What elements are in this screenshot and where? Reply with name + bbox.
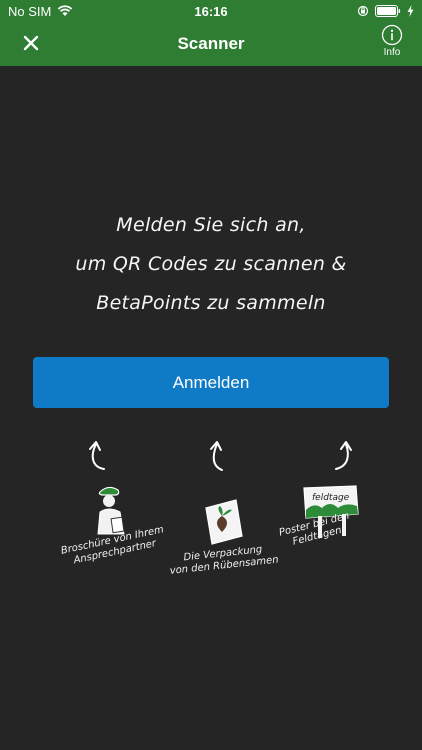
info-label: Info	[383, 47, 401, 58]
scanner-login-view: Melden Sie sich an, um QR Codes zu scann…	[0, 66, 422, 750]
login-prompt: Melden Sie sich an, um QR Codes zu scann…	[20, 206, 402, 323]
login-prompt-line: Melden Sie sich an,	[116, 214, 306, 236]
page-title: Scanner	[177, 34, 245, 53]
curved-arrow-icon	[210, 441, 223, 471]
seed-package-illustration	[205, 499, 243, 545]
carrier-label: No SIM	[8, 3, 52, 19]
status-left: No SIM	[8, 4, 73, 19]
status-right	[357, 5, 414, 17]
advisor-brochure-illustration	[97, 486, 125, 535]
login-prompt-line: um QR Codes zu scannen &	[75, 253, 347, 275]
login-prompt-line: BetaPoints zu sammeln	[96, 292, 326, 314]
info-icon	[381, 24, 403, 46]
curved-arrow-icon	[335, 441, 352, 470]
status-bar: No SIM 16:16	[0, 0, 422, 22]
wifi-icon	[58, 5, 73, 16]
battery-icon	[375, 5, 401, 17]
poster-sign-text: feldtage	[312, 493, 350, 503]
login-button[interactable]: Anmelden	[33, 357, 389, 408]
source-caption-package: Die Verpackung von den Rübensamen	[168, 543, 279, 578]
charging-icon	[407, 5, 414, 17]
navigation-bar: Scanner Info	[0, 22, 422, 66]
info-button[interactable]: Info	[372, 24, 412, 58]
orientation-lock-icon	[357, 5, 369, 17]
curved-arrow-icon	[89, 441, 105, 470]
